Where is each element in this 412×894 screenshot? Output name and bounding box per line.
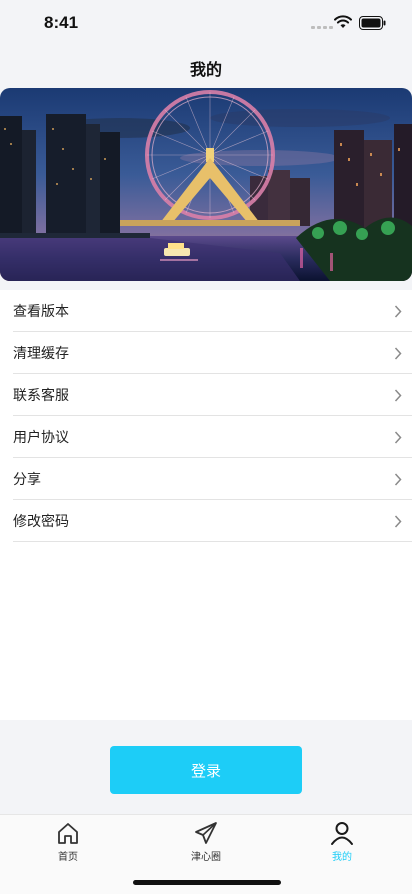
- settings-menu: 查看版本 清理缓存 联系客服 用户协议 分享 修改密码: [0, 290, 412, 720]
- home-indicator: [133, 880, 281, 885]
- cellular-signal-icon: [311, 26, 333, 29]
- chevron-right-icon: [394, 473, 402, 486]
- menu-item-user-agreement[interactable]: 用户协议: [0, 416, 412, 458]
- page-title: 我的: [189, 60, 222, 79]
- tab-jinxin-circle[interactable]: 津心圈: [166, 820, 246, 863]
- chevron-right-icon: [394, 305, 402, 318]
- chevron-right-icon: [394, 515, 402, 528]
- chevron-right-icon: [394, 431, 402, 444]
- banner-image: [0, 88, 412, 281]
- tab-home[interactable]: 首页: [28, 820, 108, 863]
- menu-item-change-password[interactable]: 修改密码: [0, 500, 412, 542]
- user-icon: [331, 822, 353, 845]
- chevron-right-icon: [394, 347, 402, 360]
- login-area: 登录: [0, 720, 412, 814]
- tab-label: 我的: [332, 852, 352, 863]
- menu-item-label: 分享: [13, 472, 41, 488]
- home-icon: [58, 823, 78, 844]
- tab-label: 津心圈: [191, 852, 221, 863]
- tab-mine[interactable]: 我的: [302, 820, 382, 863]
- tab-label: 首页: [58, 852, 78, 863]
- wifi-icon: [334, 14, 352, 33]
- menu-item-label: 查看版本: [13, 304, 69, 320]
- menu-item-contact-support[interactable]: 联系客服: [0, 374, 412, 416]
- menu-item-share[interactable]: 分享: [0, 458, 412, 500]
- battery-icon: [359, 15, 386, 34]
- menu-item-label: 联系客服: [13, 388, 69, 404]
- menu-item-label: 修改密码: [13, 514, 69, 530]
- menu-item-label: 清理缓存: [13, 346, 69, 362]
- login-button[interactable]: 登录: [110, 746, 302, 794]
- menu-item-label: 用户协议: [13, 430, 69, 446]
- status-bar: 8:41: [0, 0, 412, 46]
- menu-item-check-version[interactable]: 查看版本: [0, 290, 412, 332]
- paper-plane-icon: [195, 822, 217, 844]
- status-time: 8:41: [44, 13, 79, 32]
- menu-item-clear-cache[interactable]: 清理缓存: [0, 332, 412, 374]
- chevron-right-icon: [394, 389, 402, 402]
